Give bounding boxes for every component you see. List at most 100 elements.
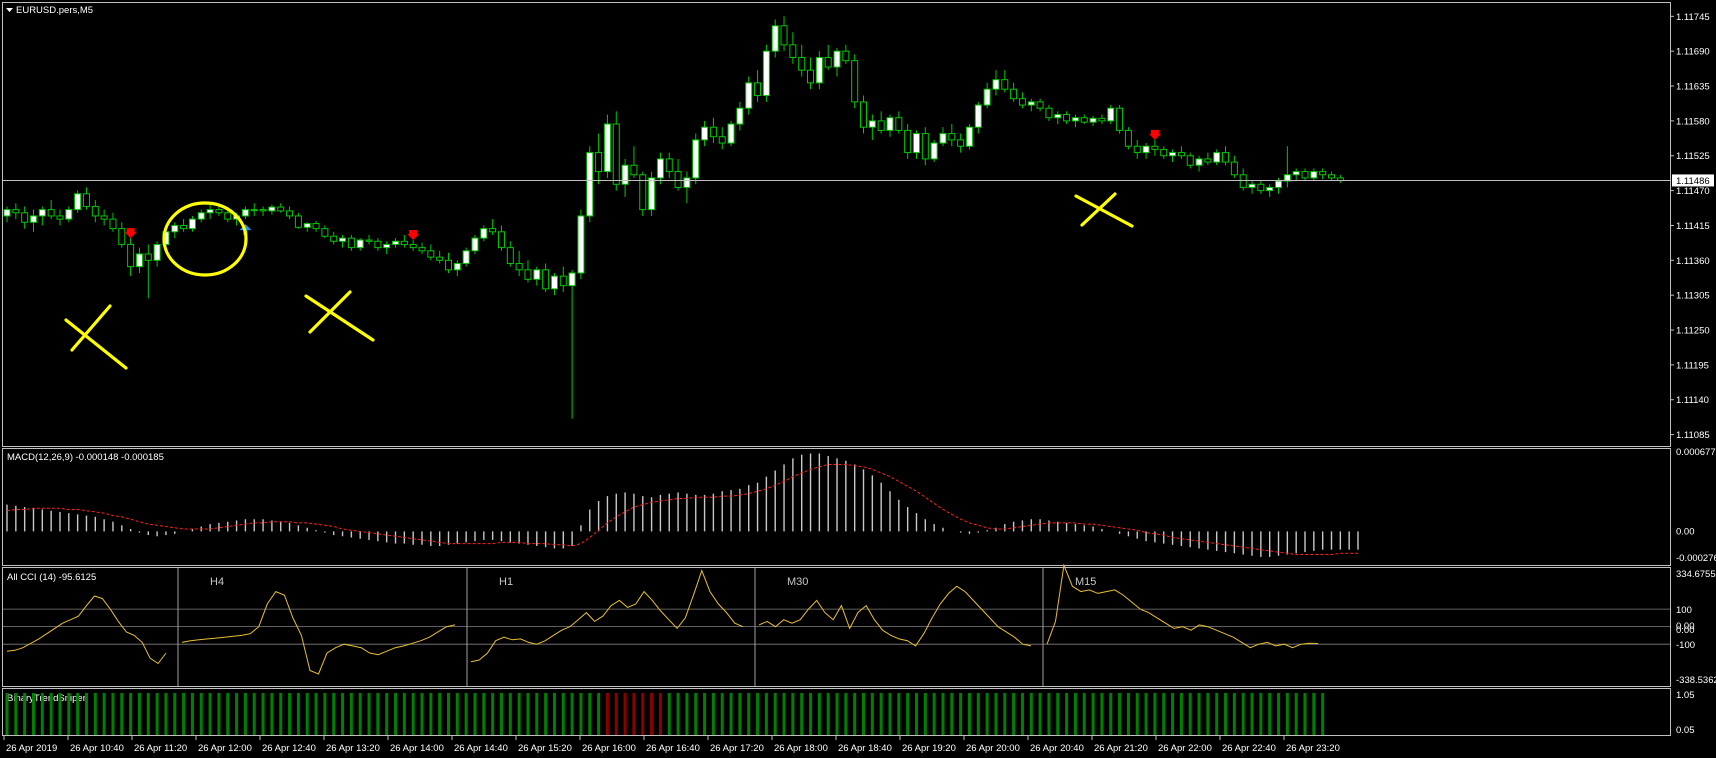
candle-body-bear (524, 269, 532, 280)
candle-body-bull (736, 107, 744, 125)
candle-body-bear (56, 215, 64, 220)
candle-body-bear (1239, 174, 1247, 188)
candle-body-bear (321, 228, 329, 237)
candle-body-bear (347, 237, 355, 249)
time-tick-label: 26 Apr 12:00 (198, 743, 252, 754)
candle-body-bull (268, 206, 276, 212)
main-title-text: EURUSD.pers,M5 (16, 5, 93, 16)
candle-body-bear (709, 126, 717, 138)
candle-body-bear (1328, 174, 1335, 179)
main-title: EURUSD.pers,M5 (6, 5, 93, 16)
candle-body-bull (939, 133, 947, 144)
price-tick-label: 1.11470 (1676, 186, 1710, 197)
candle-body-bull (868, 120, 876, 128)
candle-body-bull (3, 209, 11, 217)
candle-body-bull (471, 237, 479, 252)
price-tick-label: 1.11250 (1676, 326, 1710, 337)
candle-body-bull (197, 212, 205, 220)
time-tick-label: 26 Apr 14:00 (390, 743, 444, 754)
cci-timeframe-label: M15 (1075, 576, 1096, 588)
candle-body-bull (29, 215, 37, 223)
candle-body-bear (312, 223, 320, 230)
time-tick-label: 26 Apr 17:20 (710, 743, 764, 754)
candle-body-bear (559, 275, 567, 287)
candle-body-bear (895, 117, 903, 131)
candle (1124, 127, 1132, 150)
candle-body-bear (1177, 152, 1185, 157)
candle-body-bear (1036, 101, 1044, 109)
candle-body-bear (807, 69, 815, 84)
candle-body-bear (286, 210, 294, 217)
candle-body-bull (392, 240, 400, 245)
candle-body-bull (577, 215, 585, 274)
candle-body-bull (135, 253, 143, 268)
time-tick-label: 26 Apr 14:40 (454, 743, 508, 754)
price-tick-label: 1.11360 (1676, 256, 1710, 267)
candle-body-bull (74, 193, 82, 211)
candle-body-bear (1080, 117, 1088, 123)
candle-body-bull (648, 177, 656, 211)
candle-body-bear (1151, 145, 1159, 150)
candle-body-bear (1222, 152, 1230, 163)
candle (692, 133, 700, 185)
candle-body-bull (1142, 145, 1150, 154)
candle-body-bear (259, 209, 267, 212)
time-tick-label: 26 Apr 19:20 (902, 743, 956, 754)
macd-tick-label: 0.00 (1676, 526, 1695, 537)
candle-body-bear (877, 120, 885, 131)
candle-body-bull (1275, 180, 1283, 188)
candle-body-bull (992, 79, 1000, 90)
price-tick-label: 1.11305 (1676, 291, 1710, 302)
time-tick-label: 26 Apr 20:00 (966, 743, 1020, 754)
candle-body-bull (303, 223, 311, 228)
time-tick-label: 26 Apr 12:40 (262, 743, 316, 754)
candle-body-bear (1133, 145, 1141, 154)
trading-chart[interactable]: EURUSD.pers,M5 1.11745 1.11690 1.11635 1.11… (0, 0, 1716, 758)
candle-body-bear (957, 139, 965, 147)
candle-body-bull (586, 152, 594, 217)
candle-body-bear (497, 231, 505, 249)
candle-body-bull (462, 250, 470, 264)
candle (1107, 105, 1115, 125)
candle-body-bull (1071, 117, 1079, 122)
candle-body-bull (983, 88, 991, 106)
candle-body-bull (1195, 158, 1203, 166)
price-tick-label: 1.11140 (1676, 395, 1709, 406)
cci-timeframe-label: H1 (499, 576, 513, 588)
candle-body-bear (515, 262, 523, 271)
candle (577, 209, 585, 280)
candle-body-bear (1204, 158, 1212, 163)
candle (1116, 105, 1124, 134)
candle-body-bear (1230, 161, 1238, 176)
candle-body-bull (568, 272, 576, 287)
candle (471, 234, 479, 254)
candle-body-bull (65, 209, 73, 220)
candle-body-bear (1045, 107, 1053, 119)
time-tick-label: 26 Apr 22:00 (1158, 743, 1212, 754)
candle-body-bull (383, 243, 391, 249)
candle-body-bear (47, 209, 55, 217)
candle-body-bull (550, 275, 558, 290)
candle-body-bear (418, 247, 426, 252)
candle-body-bear (542, 269, 550, 290)
candle-body-bull (974, 104, 982, 128)
candle (762, 44, 770, 102)
time-tick-label: 26 Apr 18:00 (774, 743, 828, 754)
time-tick-label: 26 Apr 16:40 (646, 743, 700, 754)
candle-body-bear (144, 253, 152, 261)
candle-body-bull (339, 237, 347, 242)
candle-body-bull (153, 243, 161, 261)
cci-title: All CCI (14) -95.6125 (7, 572, 96, 583)
candle-body-bull (886, 117, 894, 131)
candle-body-bear (374, 240, 382, 249)
time-tick-label: 26 Apr 22:40 (1222, 743, 1276, 754)
candle-body-bull (1213, 152, 1221, 163)
candle (74, 190, 82, 213)
candle-body-bull (250, 209, 258, 212)
candle-body-bear (612, 123, 620, 185)
candle-body-bull (656, 158, 664, 179)
candle-body-bull (603, 123, 611, 173)
cci-tick-label: -338.5362 (1676, 675, 1716, 686)
candle-body-bear (718, 136, 726, 144)
candle (930, 139, 938, 163)
